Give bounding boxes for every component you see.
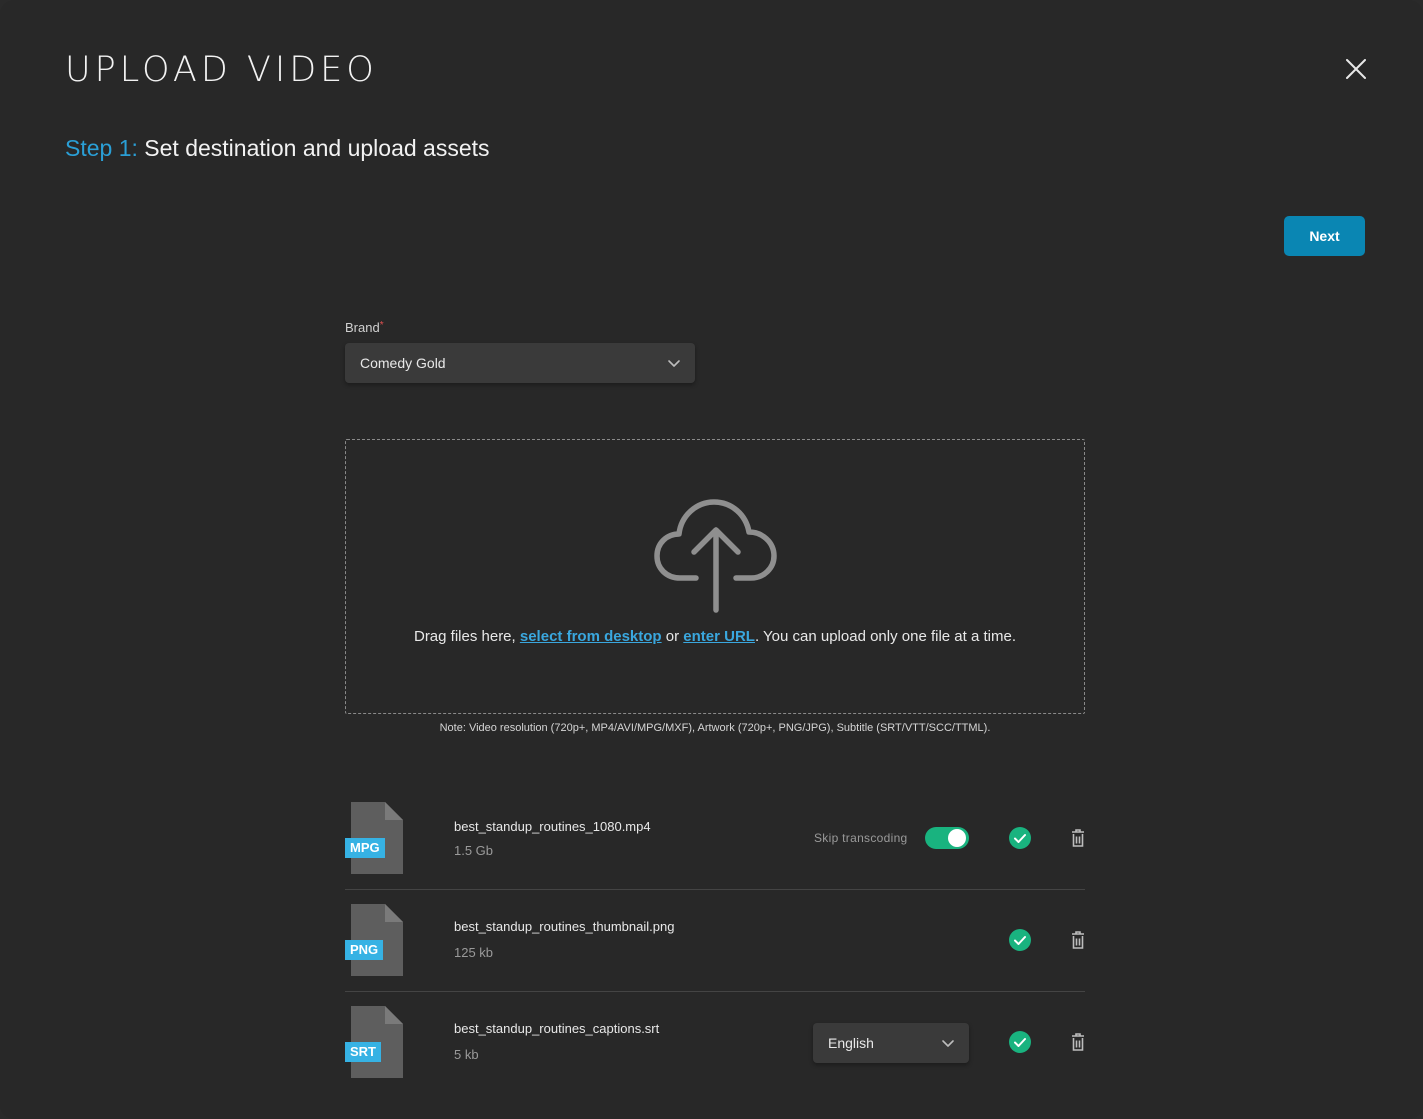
upload-video-modal: UPLOAD VIDEO Step 1: Set destination and… [0, 0, 1423, 1119]
chevron-down-icon [667, 356, 681, 370]
dropzone-text-start: Drag files here, [413, 628, 520, 645]
file-size: 1.5 Gb [454, 843, 494, 858]
step-number: Step 1: [65, 135, 138, 161]
next-button[interactable]: Next [1284, 216, 1365, 256]
file-name: best_standup_routines_thumbnail.png [454, 919, 675, 934]
trash-icon[interactable] [1071, 829, 1085, 847]
check-icon [1009, 929, 1031, 951]
check-icon [1009, 1031, 1031, 1053]
modal-title: UPLOAD VIDEO [65, 50, 378, 90]
file-row: SRT best_standup_routines_captions.srt 5… [345, 992, 1085, 1094]
language-select[interactable]: English [813, 1023, 969, 1063]
select-from-desktop-link[interactable]: select from desktop [520, 628, 662, 645]
file-type-tag: SRT [345, 1042, 381, 1062]
file-row: MPG best_standup_routines_1080.mp4 1.5 G… [345, 788, 1085, 890]
brand-label-text: Brand [345, 320, 380, 335]
file-size: 5 kb [454, 1047, 479, 1062]
dropzone-instructions: Drag files here, select from desktop or … [346, 628, 1084, 645]
check-icon [1009, 827, 1031, 849]
format-note: Note: Video resolution (720p+, MP4/AVI/M… [439, 722, 991, 734]
dropzone-text-end: . You can upload only one file at a time… [754, 628, 1016, 645]
close-button[interactable] [1338, 51, 1374, 87]
skip-transcoding-toggle[interactable] [925, 827, 969, 849]
brand-select-value: Comedy Gold [360, 355, 446, 371]
step-heading: Step 1: Set destination and upload asset… [65, 135, 490, 162]
file-type-icon: SRT [345, 1006, 403, 1078]
file-name: best_standup_routines_captions.srt [454, 1021, 660, 1036]
file-type-tag: PNG [345, 940, 384, 960]
required-mark: * [379, 320, 384, 331]
cloud-upload-icon [654, 499, 777, 613]
file-name: best_standup_routines_1080.mp4 [454, 819, 651, 834]
chevron-down-icon [941, 1036, 955, 1050]
brand-select[interactable]: Comedy Gold [345, 343, 695, 383]
file-type-icon: PNG [345, 904, 403, 976]
dropzone-text-or: or [661, 628, 684, 645]
file-row: PNG best_standup_routines_thumbnail.png … [345, 890, 1085, 992]
trash-icon[interactable] [1071, 1033, 1085, 1051]
toggle-knob [948, 829, 966, 847]
file-type-icon: MPG [345, 802, 403, 874]
trash-icon[interactable] [1071, 931, 1085, 949]
file-size: 125 kb [454, 945, 494, 960]
file-dropzone[interactable]: Drag files here, select from desktop or … [345, 439, 1085, 714]
step-text: Set destination and upload assets [144, 135, 490, 161]
enter-url-link[interactable]: enter URL [683, 628, 755, 645]
close-icon [1346, 59, 1366, 79]
file-type-tag: MPG [345, 838, 385, 858]
language-select-value: English [828, 1035, 874, 1051]
brand-label: Brand* [345, 320, 384, 335]
skip-transcoding-label: Skip transcoding [814, 831, 908, 845]
